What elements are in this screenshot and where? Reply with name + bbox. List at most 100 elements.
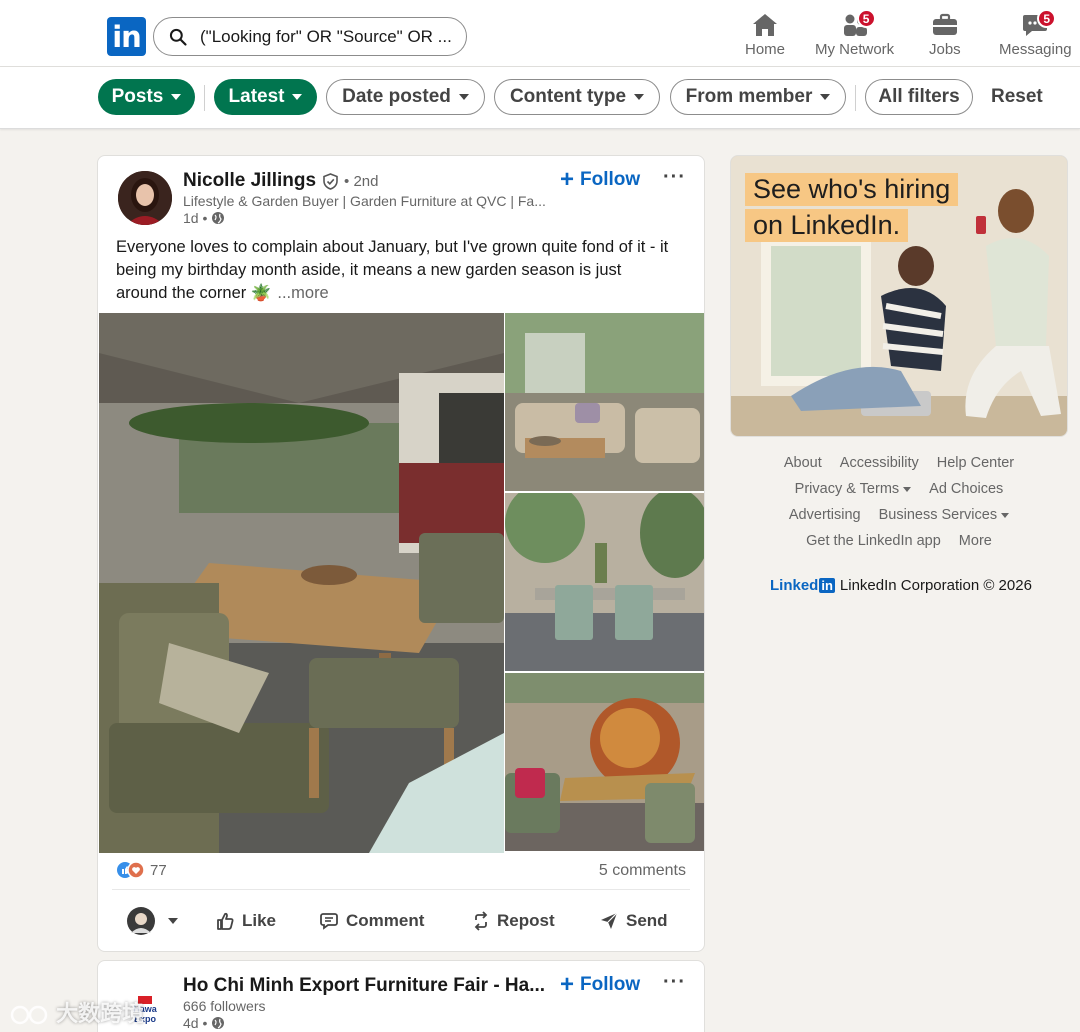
footer-ad-choices-link[interactable]: Ad Choices (929, 481, 1003, 497)
filter-posts-button[interactable]: Posts (98, 79, 195, 115)
chevron-down-icon (292, 94, 303, 100)
thumbs-up-icon (217, 912, 234, 930)
filter-from-member-label: From member (685, 86, 813, 107)
nav-home[interactable]: Home (745, 12, 785, 58)
search-icon (169, 28, 187, 46)
more-options-icon[interactable]: ··· (663, 971, 686, 994)
copyright: Linked in LinkedIn Corporation © 2026 (770, 577, 1032, 594)
reaction-summary[interactable]: 77 (116, 861, 167, 879)
home-icon (753, 14, 777, 36)
like-button[interactable]: Like (216, 901, 276, 941)
post-image-main[interactable] (99, 313, 504, 853)
reaction-icons (117, 861, 145, 879)
post-image-2[interactable] (505, 313, 704, 491)
post-image-4[interactable] (505, 673, 704, 851)
more-options-icon[interactable]: ··· (663, 166, 686, 189)
linkedin-wordmark-text: Linked (770, 577, 819, 594)
post-image-3[interactable] (505, 493, 704, 671)
author-name[interactable]: Nicolle Jillings • 2nd (183, 170, 379, 192)
follow-label: Follow (580, 974, 641, 995)
see-more-link[interactable]: ...more (277, 284, 328, 302)
comments-count-link[interactable]: 5 comments (599, 862, 686, 880)
comment-icon (320, 913, 338, 930)
footer-more-link[interactable]: More (959, 533, 992, 549)
send-icon (601, 912, 618, 929)
footer-accessibility-link[interactable]: Accessibility (840, 455, 919, 471)
filter-divider (204, 85, 205, 111)
watermark-text: 大数跨境 (56, 1001, 145, 1026)
post-time: 4d • (183, 1015, 208, 1031)
avatar[interactable] (118, 171, 172, 225)
watermark-logo-icon (10, 1005, 48, 1025)
filter-date-posted-label: Date posted (342, 86, 451, 107)
send-button[interactable]: Send (600, 901, 668, 941)
feed-post: Hawa Expo Ho Chi Minh Export Furniture F… (97, 960, 705, 1032)
profile-photo (118, 171, 172, 225)
all-filters-button[interactable]: All filters (865, 79, 973, 115)
verified-icon (323, 172, 338, 190)
nav-my-network[interactable]: 5 My Network (815, 9, 894, 58)
filter-posts-label: Posts (111, 86, 164, 107)
company-name[interactable]: Ho Chi Minh Export Furniture Fair - Ha..… (183, 975, 553, 997)
hiring-ad[interactable]: See who's hiring on LinkedIn. (730, 155, 1068, 437)
linkedin-wordmark-box: in (819, 578, 835, 593)
nav-jobs-label: Jobs (929, 41, 961, 58)
garden-furniture-photo (99, 313, 504, 853)
filter-content-type-label: Content type (509, 86, 627, 107)
chevron-down-icon (171, 94, 182, 100)
footer-business-dropdown[interactable]: Business Services (879, 507, 1009, 523)
company-followers: 666 followers (183, 998, 266, 1014)
post-time: 1d • (183, 210, 208, 226)
repost-button[interactable]: Repost (473, 901, 555, 941)
footer-privacy-dropdown[interactable]: Privacy & Terms (795, 481, 911, 497)
avatar (127, 907, 155, 935)
nav-messaging[interactable]: 5 Messaging (999, 9, 1072, 58)
footer-about-link[interactable]: About (784, 455, 822, 471)
post-meta: 1d • (183, 210, 225, 226)
reaction-identity-selector[interactable] (126, 901, 178, 941)
messaging-badge: 5 (1037, 9, 1057, 28)
post-body-text: Everyone loves to complain about January… (116, 238, 669, 302)
nav-home-label: Home (745, 41, 786, 58)
top-navigation: in ("Looking for" OR "Source" OR ... Hom… (0, 0, 1080, 67)
filter-date-posted-button[interactable]: Date posted (326, 79, 485, 115)
briefcase-icon (932, 13, 957, 35)
globe-icon (212, 1017, 225, 1029)
author-name-text: Nicolle Jillings (183, 170, 317, 191)
filter-latest-button[interactable]: Latest (214, 79, 317, 115)
post-meta: 4d • (183, 1015, 225, 1031)
globe-icon (212, 212, 225, 224)
post-body: Everyone loves to complain about January… (116, 236, 676, 305)
ad-headline-line-2: on LinkedIn. (745, 209, 909, 242)
autumn-table-photo (505, 673, 704, 851)
repost-icon (474, 911, 488, 931)
comment-button[interactable]: Comment (320, 901, 424, 941)
plus-icon: + (560, 971, 575, 998)
ad-headline-line-1: See who's hiring (745, 173, 959, 206)
footer-get-app-link[interactable]: Get the LinkedIn app (806, 533, 941, 549)
nav-jobs[interactable]: Jobs (929, 12, 961, 58)
nav-messaging-label: Messaging (999, 41, 1072, 58)
send-label: Send (626, 911, 668, 930)
copyright-text: LinkedIn Corporation © 2026 (839, 577, 1032, 594)
footer-advertising-link[interactable]: Advertising (789, 507, 861, 523)
network-badge: 5 (856, 9, 876, 28)
search-query: ("Looking for" OR "Source" OR ... (200, 26, 452, 46)
connection-degree: • 2nd (344, 172, 379, 190)
reset-button[interactable]: Reset (991, 79, 1043, 115)
like-label: Like (242, 911, 277, 930)
follow-button[interactable]: + Follow (560, 168, 640, 192)
filter-divider (855, 85, 856, 111)
follow-button[interactable]: + Follow (560, 973, 640, 997)
filter-latest-label: Latest (228, 86, 285, 107)
search-input[interactable]: ("Looking for" OR "Source" OR ... (153, 17, 467, 56)
footer-help-link[interactable]: Help Center (937, 455, 1014, 471)
feed-post: Nicolle Jillings • 2nd Lifestyle & Garde… (97, 155, 705, 952)
filter-content-type-button[interactable]: Content type (494, 79, 660, 115)
chevron-down-icon (820, 94, 831, 100)
footer-links: About Accessibility Help Center Privacy … (730, 455, 1068, 594)
filter-from-member-button[interactable]: From member (670, 79, 846, 115)
post-actions: Like Comment Repost Send (98, 901, 704, 941)
linkedin-logo-icon[interactable]: in (107, 17, 146, 56)
all-filters-label: All filters (878, 86, 960, 107)
